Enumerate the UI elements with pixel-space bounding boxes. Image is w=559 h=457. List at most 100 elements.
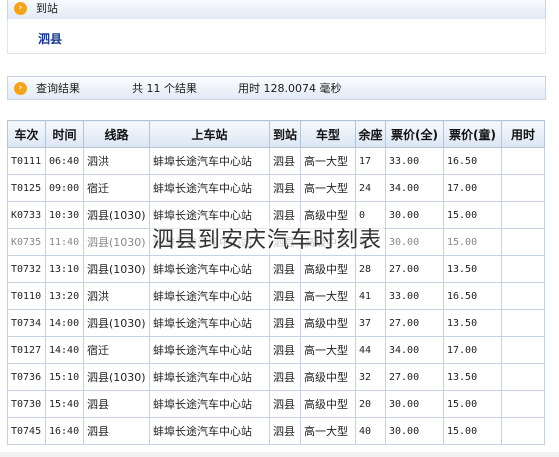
col-seats-cell: 32 bbox=[355, 363, 386, 391]
bottom-divider bbox=[0, 452, 559, 457]
col-price-full-cell: 33.00 bbox=[385, 282, 444, 310]
col-arrive-cell: 泗县 bbox=[269, 309, 301, 337]
col-price-child-cell: 13.50 bbox=[443, 309, 502, 337]
col-seats-cell: 20 bbox=[355, 390, 386, 418]
col-board-station-cell: 蚌埠长途汽车中心站 bbox=[149, 336, 270, 364]
col-arrive-cell: 泗县 bbox=[269, 336, 301, 364]
col-route-header: 线路 bbox=[83, 120, 150, 148]
col-train-no-cell: T0125 bbox=[7, 174, 46, 202]
col-board-station-cell: 蚌埠长途汽车中心站 bbox=[149, 363, 270, 391]
summary-title: 查询结果 bbox=[36, 82, 80, 95]
col-time-cell: 15:10 bbox=[45, 363, 84, 391]
table-row: T0730 15:40 泗县 蚌埠长途汽车中心站 泗县 高级中型 20 30.00 15.00 bbox=[7, 390, 545, 418]
col-bus-type-cell: 高级中型 bbox=[300, 390, 356, 418]
col-time-cell: 15:40 bbox=[45, 390, 84, 418]
col-arrive-cell: 泗县 bbox=[269, 147, 301, 175]
col-time-cell: 09:00 bbox=[45, 174, 84, 202]
col-time-cell: 13:20 bbox=[45, 282, 84, 310]
col-duration-cell bbox=[501, 174, 545, 202]
table-header-row: 车次 时间 线路 上车站 到站 车型 余座 票价(全) 票价(童) 用时 bbox=[7, 120, 545, 148]
table-row: T0734 14:00 泗县(1030) 蚌埠长途汽车中心站 泗县 高级中型 37 27.00… bbox=[7, 309, 545, 337]
col-route-cell: 泗洪 bbox=[83, 147, 150, 175]
arrow-circle-icon: › bbox=[14, 81, 27, 95]
col-price-child-cell: 15.00 bbox=[443, 417, 502, 445]
col-route-cell: 泗县(1030) bbox=[83, 363, 150, 391]
col-time-cell: 14:00 bbox=[45, 309, 84, 337]
col-time-header: 时间 bbox=[45, 120, 84, 148]
col-route-cell: 宿迁 bbox=[83, 174, 150, 202]
col-price-child-cell: 15.00 bbox=[443, 390, 502, 418]
col-price-full-cell: 30.00 bbox=[385, 390, 444, 418]
col-train-no-cell: T0730 bbox=[7, 390, 46, 418]
col-seats-cell: 17 bbox=[355, 147, 386, 175]
table-row: T0745 16:40 泗县 蚌埠长途汽车中心站 泗县 高一大型 40 30.00 15.00 bbox=[7, 417, 545, 445]
col-time-cell: 06:40 bbox=[45, 147, 84, 175]
col-duration-header: 用时 bbox=[501, 120, 545, 148]
col-duration-cell bbox=[501, 255, 545, 283]
col-bus-type-cell: 高级中型 bbox=[300, 363, 356, 391]
col-seats-cell: 37 bbox=[355, 309, 386, 337]
col-arrive-header: 到站 bbox=[269, 120, 301, 148]
col-train-no-cell: T0732 bbox=[7, 255, 46, 283]
col-time-cell: 10:30 bbox=[45, 201, 84, 229]
col-price-child-cell: 17.00 bbox=[443, 336, 502, 364]
table-row: T0110 13:20 泗洪 蚌埠长途汽车中心站 泗县 高一大型 41 33.00 16.50 bbox=[7, 282, 545, 310]
col-arrive-cell: 泗县 bbox=[269, 255, 301, 283]
col-board-station-cell: 蚌埠长途汽车中心站 bbox=[149, 390, 270, 418]
result-summary-bar: › 查询结果 共 11 个结果 用时 128.0074 毫秒 bbox=[7, 76, 546, 100]
col-price-full-cell: 30.00 bbox=[385, 228, 444, 256]
col-route-cell: 泗县(1030) bbox=[83, 309, 150, 337]
col-train-no-cell: T0110 bbox=[7, 282, 46, 310]
col-price-child-cell: 13.50 bbox=[443, 363, 502, 391]
col-duration-cell bbox=[501, 309, 545, 337]
table-row: T0125 09:00 宿迁 蚌埠长途汽车中心站 泗县 高一大型 24 34.00 17.00 bbox=[7, 174, 545, 202]
col-duration-cell bbox=[501, 390, 545, 418]
table-row: T0736 15:10 泗县(1030) 蚌埠长途汽车中心站 泗县 高级中型 32 27.00… bbox=[7, 363, 545, 391]
destination-link[interactable]: 泗县 bbox=[38, 30, 62, 47]
schedule-table: 车次 时间 线路 上车站 到站 车型 余座 票价(全) 票价(童) 用时 T0111 06:40 泗洪… bbox=[7, 120, 545, 445]
col-route-cell: 泗县 bbox=[83, 390, 150, 418]
col-price-child-cell: 13.50 bbox=[443, 255, 502, 283]
col-seats-cell: 24 bbox=[355, 174, 386, 202]
col-price-full-cell: 27.00 bbox=[385, 255, 444, 283]
col-train-no-cell: K0735 bbox=[7, 228, 46, 256]
col-bus-type-cell: 高一大型 bbox=[300, 282, 356, 310]
col-board-station-header: 上车站 bbox=[149, 120, 270, 148]
col-seats-cell: 41 bbox=[355, 282, 386, 310]
col-route-cell: 泗县 bbox=[83, 417, 150, 445]
col-route-cell: 泗县(1030) bbox=[83, 255, 150, 283]
col-duration-cell bbox=[501, 147, 545, 175]
col-time-cell: 16:40 bbox=[45, 417, 84, 445]
col-price-child-header: 票价(童) bbox=[443, 120, 502, 148]
col-board-station-cell: 蚌埠长途汽车中心站 bbox=[149, 174, 270, 202]
table-row: T0127 14:40 宿迁 蚌埠长途汽车中心站 泗县 高一大型 44 34.00 17.00 bbox=[7, 336, 545, 364]
col-seats-cell: 44 bbox=[355, 336, 386, 364]
col-route-cell: 泗洪 bbox=[83, 282, 150, 310]
col-price-full-cell: 30.00 bbox=[385, 201, 444, 229]
col-time-cell: 11:40 bbox=[45, 228, 84, 256]
col-price-child-cell: 17.00 bbox=[443, 174, 502, 202]
col-price-full-cell: 27.00 bbox=[385, 309, 444, 337]
col-price-full-cell: 33.00 bbox=[385, 147, 444, 175]
col-duration-cell bbox=[501, 228, 545, 256]
col-board-station-cell: 蚌埠长途汽车中心站 bbox=[149, 255, 270, 283]
col-train-no-cell: T0736 bbox=[7, 363, 46, 391]
col-arrive-cell: 泗县 bbox=[269, 174, 301, 202]
arrow-circle-icon: › bbox=[14, 1, 27, 15]
col-train-no-cell: T0127 bbox=[7, 336, 46, 364]
col-train-no-cell: T0745 bbox=[7, 417, 46, 445]
col-arrive-cell: 泗县 bbox=[269, 417, 301, 445]
col-seats-cell: 40 bbox=[355, 417, 386, 445]
col-bus-type-header: 车型 bbox=[300, 120, 356, 148]
col-board-station-cell: 蚌埠长途汽车中心站 bbox=[149, 309, 270, 337]
col-seats-header: 余座 bbox=[355, 120, 386, 148]
col-price-child-cell: 16.50 bbox=[443, 147, 502, 175]
col-price-full-cell: 34.00 bbox=[385, 174, 444, 202]
col-board-station-cell: 蚌埠长途汽车中心站 bbox=[149, 282, 270, 310]
header-bar: › 到站 bbox=[7, 0, 546, 20]
col-duration-cell bbox=[501, 417, 545, 445]
col-duration-cell bbox=[501, 363, 545, 391]
col-route-cell: 泗县(1030) bbox=[83, 228, 150, 256]
result-count: 共 11 个结果 bbox=[132, 82, 197, 95]
col-board-station-cell: 蚌埠长途汽车中心站 bbox=[149, 147, 270, 175]
